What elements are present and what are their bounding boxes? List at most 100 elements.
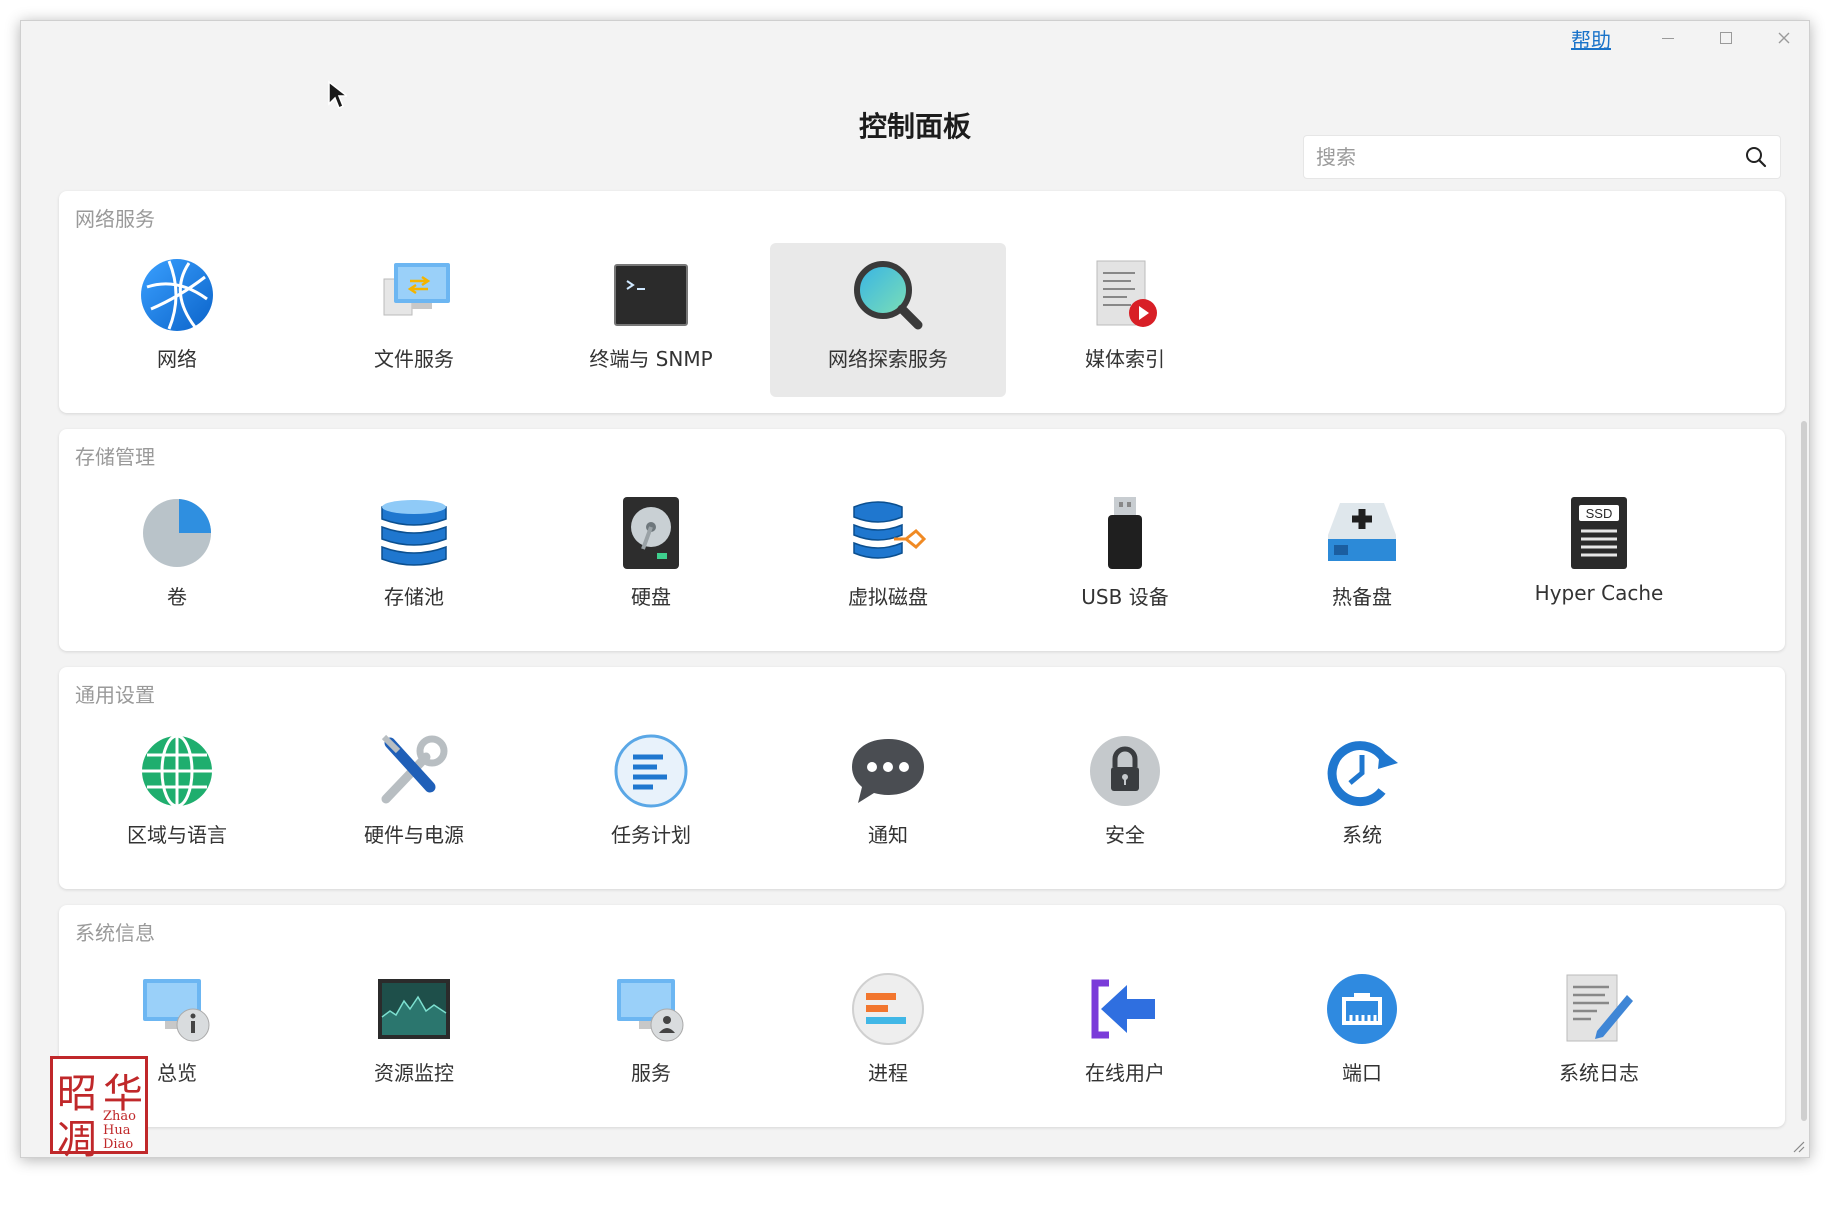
item-volume[interactable]: 卷 — [59, 481, 295, 635]
watermark-latin: Hua — [103, 1123, 131, 1138]
svg-text:SSD: SSD — [1586, 506, 1613, 521]
item-system-log[interactable]: 系统日志 — [1481, 957, 1717, 1111]
hard-disk-icon — [623, 497, 679, 569]
item-process[interactable]: 进程 — [770, 957, 1006, 1111]
item-online-user[interactable]: 在线用户 — [1007, 957, 1243, 1111]
item-terminal-snmp[interactable]: 终端与 SNMP — [533, 243, 769, 397]
item-label: 服务 — [631, 1061, 671, 1085]
close-icon — [1778, 32, 1790, 44]
item-storage-pool[interactable]: 存储池 — [296, 481, 532, 635]
chat-bubble-icon — [852, 739, 924, 803]
item-label: USB 设备 — [1081, 585, 1169, 609]
region-globe-icon — [142, 734, 212, 808]
help-link[interactable]: 帮助 — [1571, 24, 1611, 53]
item-task-plan[interactable]: 任务计划 — [533, 719, 769, 873]
section-system-info: 系统信息 总览 资源监控 服务 进程 在线用户 端口 系统日志 — [59, 905, 1785, 1127]
ssd-icon: SSD — [1571, 497, 1627, 569]
item-network[interactable]: 网络 — [59, 243, 295, 397]
item-label: 进程 — [868, 1061, 908, 1085]
item-region-language[interactable]: 区域与语言 — [59, 719, 295, 873]
port-icon — [1327, 974, 1397, 1044]
item-label: 网络探索服务 — [828, 347, 948, 371]
resource-monitor-icon — [378, 979, 450, 1039]
search-input[interactable] — [1316, 145, 1744, 169]
item-hyper-cache[interactable]: SSD Hyper Cache — [1481, 481, 1717, 635]
process-icon — [852, 973, 924, 1045]
item-label: 虚拟磁盘 — [848, 585, 928, 609]
item-label: 系统 — [1342, 823, 1382, 847]
item-system[interactable]: 系统 — [1244, 719, 1480, 873]
volume-pie-icon — [143, 499, 212, 567]
globe-network-icon — [141, 259, 213, 331]
item-label: 硬件与电源 — [364, 823, 464, 847]
watermark-latin: Zhao — [103, 1109, 136, 1124]
item-service[interactable]: 服务 — [533, 957, 769, 1111]
usb-icon — [1108, 497, 1142, 569]
item-label: 区域与语言 — [127, 823, 227, 847]
item-hot-spare[interactable]: 热备盘 — [1244, 481, 1480, 635]
media-index-icon — [1096, 260, 1157, 327]
item-label: 热备盘 — [1332, 585, 1392, 609]
mouse-cursor-icon — [328, 80, 347, 110]
item-hardware-power[interactable]: 硬件与电源 — [296, 719, 532, 873]
control-panel-window: 帮助 控制面板 网络服务 网络 — [20, 20, 1810, 1158]
item-usb-device[interactable]: USB 设备 — [1007, 481, 1243, 635]
online-user-icon — [1091, 979, 1155, 1039]
item-label: 媒体索引 — [1085, 347, 1165, 371]
item-label: 在线用户 — [1085, 1061, 1165, 1085]
terminal-icon — [614, 264, 688, 326]
item-label: 文件服务 — [374, 347, 454, 371]
section-general-settings: 通用设置 区域与语言 硬件与电源 任务计划 通知 安全 系统 — [59, 667, 1785, 889]
item-label: Hyper Cache — [1534, 581, 1664, 605]
item-notification[interactable]: 通知 — [770, 719, 1006, 873]
file-service-icon — [383, 263, 450, 316]
item-label: 总览 — [157, 1061, 197, 1085]
item-label: 硬盘 — [631, 585, 671, 609]
magnifier-icon — [854, 261, 923, 330]
section-storage-management: 存储管理 卷 存储池 硬盘 虚拟磁盘 USB 设备 热备盘 SSD Hyper … — [59, 429, 1785, 651]
virtual-disk-icon — [853, 501, 926, 559]
search-icon[interactable] — [1744, 145, 1768, 169]
item-media-index[interactable]: 媒体索引 — [1007, 243, 1243, 397]
item-label: 安全 — [1105, 823, 1145, 847]
overview-monitor-icon — [143, 979, 210, 1042]
section-title: 存储管理 — [75, 445, 155, 469]
section-title: 通用设置 — [75, 683, 155, 707]
item-label: 终端与 SNMP — [589, 347, 713, 371]
item-label: 系统日志 — [1559, 1061, 1639, 1085]
hot-spare-icon — [1328, 503, 1396, 561]
item-label: 资源监控 — [374, 1061, 454, 1085]
watermark-char: 凋 — [57, 1117, 97, 1163]
close-button[interactable] — [1773, 27, 1795, 49]
resize-grip-icon[interactable] — [1789, 1137, 1805, 1153]
system-log-icon — [1566, 974, 1633, 1042]
item-virtual-disk[interactable]: 虚拟磁盘 — [770, 481, 1006, 635]
item-label: 存储池 — [384, 585, 444, 609]
tools-icon — [381, 734, 448, 804]
window-controls: 帮助 — [1571, 21, 1795, 55]
section-title: 网络服务 — [75, 207, 155, 231]
watermark-seal: 昭 华 凋 Zhao Hua Diao — [50, 1056, 148, 1163]
item-label: 端口 — [1342, 1061, 1382, 1085]
watermark-latin: Diao — [103, 1137, 134, 1152]
item-file-service[interactable]: 文件服务 — [296, 243, 532, 397]
item-label: 网络 — [157, 347, 197, 371]
item-network-discovery[interactable]: 网络探索服务 — [770, 243, 1006, 397]
minimize-button[interactable] — [1657, 27, 1679, 49]
scrollbar[interactable] — [1801, 421, 1807, 1121]
item-hard-disk[interactable]: 硬盘 — [533, 481, 769, 635]
item-label: 通知 — [868, 823, 908, 847]
task-plan-icon — [614, 734, 688, 808]
section-network-services: 网络服务 网络 文件服务 终端与 SNMP 网络探索服务 媒体索引 — [59, 191, 1785, 413]
item-resource-monitor[interactable]: 资源监控 — [296, 957, 532, 1111]
lock-icon — [1090, 736, 1160, 806]
sections-container: 网络服务 网络 文件服务 终端与 SNMP 网络探索服务 媒体索引 存储管理 卷… — [59, 191, 1785, 1143]
item-label: 卷 — [167, 585, 187, 609]
search-box[interactable] — [1303, 135, 1781, 179]
item-security[interactable]: 安全 — [1007, 719, 1243, 873]
item-port[interactable]: 端口 — [1244, 957, 1480, 1111]
service-monitor-icon — [617, 979, 684, 1042]
section-title: 系统信息 — [75, 921, 155, 945]
system-clock-icon — [1327, 741, 1398, 807]
maximize-button[interactable] — [1715, 27, 1737, 49]
